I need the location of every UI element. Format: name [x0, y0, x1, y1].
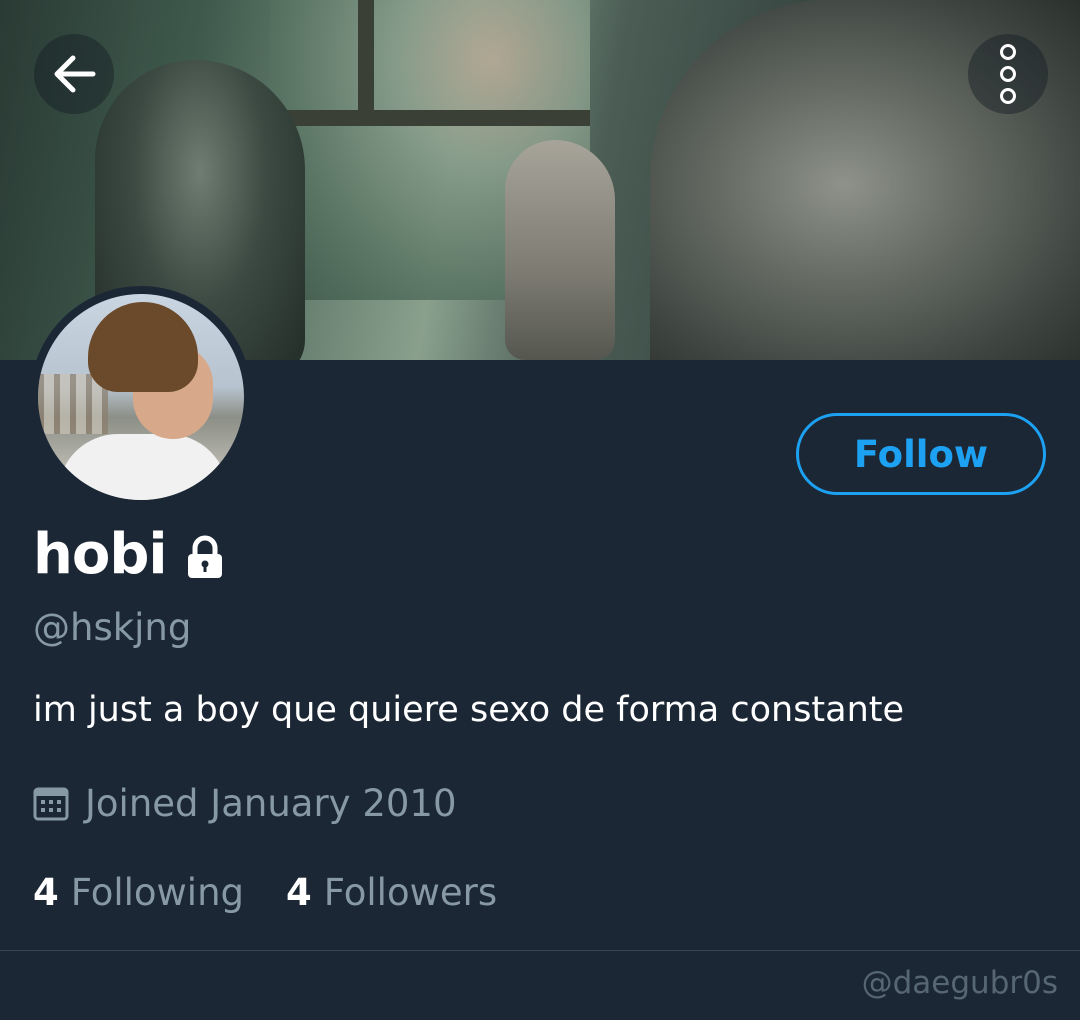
divider	[0, 950, 1080, 951]
followers-count: 4	[286, 870, 312, 914]
more-vertical-icon	[1000, 44, 1016, 104]
arrow-left-icon	[54, 55, 96, 93]
more-options-button[interactable]	[968, 34, 1048, 114]
lock-icon	[187, 535, 222, 578]
avatar[interactable]	[30, 286, 252, 508]
display-name: hobi	[33, 521, 168, 587]
bio-text: im just a boy que quiere sexo de forma c…	[33, 690, 905, 730]
followers-link[interactable]: 4 Followers	[286, 871, 497, 914]
follow-stats: 4 Following 4 Followers	[33, 866, 539, 918]
banner-window-frame	[270, 110, 590, 126]
joined-date-row: Joined January 2010	[33, 778, 456, 828]
following-link[interactable]: 4 Following	[33, 871, 244, 914]
followers-label: Followers	[323, 870, 498, 914]
following-count: 4	[33, 870, 59, 914]
avatar-image	[38, 294, 244, 500]
banner-hands	[505, 140, 615, 360]
user-handle: @hskjng	[33, 606, 192, 649]
follow-button[interactable]: Follow	[796, 413, 1046, 495]
watermark-text: @daegubr0s	[861, 965, 1058, 1001]
banner-window-frame	[358, 0, 374, 120]
following-label: Following	[70, 870, 245, 914]
profile-name-row: hobi	[33, 518, 225, 590]
back-button[interactable]	[34, 34, 114, 114]
calendar-icon	[33, 787, 69, 821]
joined-date: Joined January 2010	[85, 781, 457, 825]
